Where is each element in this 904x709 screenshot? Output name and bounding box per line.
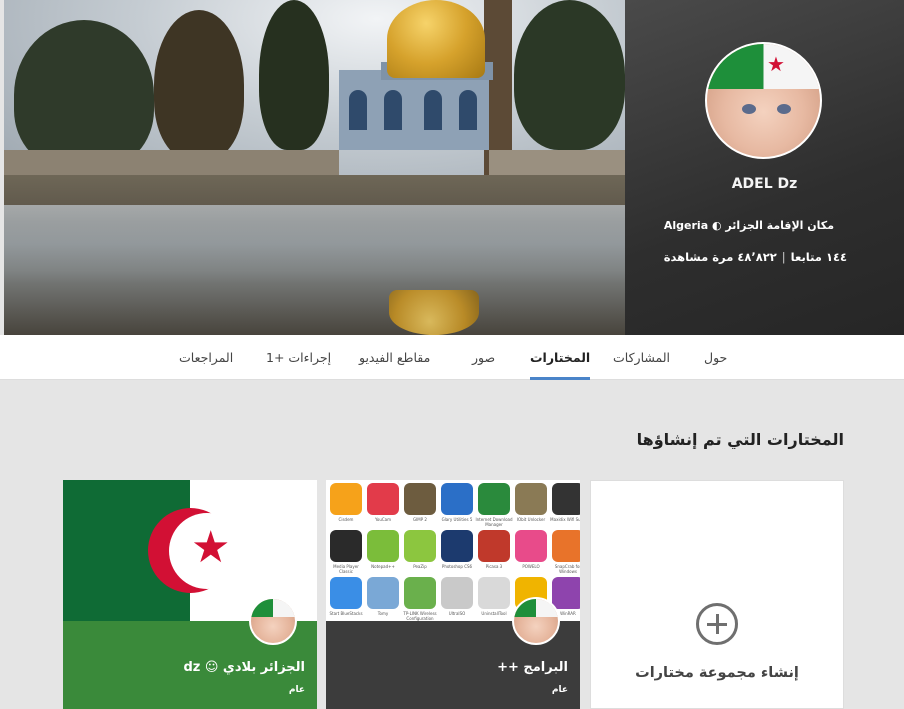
cover-tree xyxy=(14,20,154,170)
app-label: UninstallTool xyxy=(481,611,507,616)
app-label: Notepad++ xyxy=(371,564,395,569)
app-label: SnapCrab for Windows xyxy=(554,564,580,574)
cover-photo xyxy=(4,0,625,335)
app-tile: Cisdem xyxy=(326,483,366,522)
stats-separator: | xyxy=(781,250,786,264)
golden-dome xyxy=(387,0,485,78)
app-icon xyxy=(552,530,580,562)
app-tile: Media Player Classic xyxy=(326,530,366,574)
profile-stats: ١٤٤ متابعا | ٤٨٬٨٢٢ مرة مشاهدة xyxy=(664,250,847,264)
section-title: المختارات التي تم إنشاؤها xyxy=(636,430,844,449)
app-icon xyxy=(404,530,436,562)
app-label: Photoshop CS6 xyxy=(441,564,473,569)
card-owner-avatar xyxy=(512,597,560,645)
collection-card-apps[interactable]: Cisdem YouCam GIMP 2 Glary Utilities 5 Inter… xyxy=(326,480,580,709)
tab-collections[interactable]: المختارات xyxy=(530,335,591,380)
app-icon xyxy=(367,577,399,609)
card-visibility: عام xyxy=(551,685,568,695)
dome-reflection xyxy=(389,290,479,335)
followers-count[interactable]: ١٤٤ متابعا xyxy=(791,250,847,264)
profile-name[interactable]: ADEL Dz xyxy=(625,176,904,192)
app-label: Maxidix Wifi Suite xyxy=(550,517,580,522)
card-title[interactable]: الجزائر بلادي ☺ dz xyxy=(183,660,305,675)
app-icon xyxy=(330,577,362,609)
tab-posts[interactable]: المشاركات xyxy=(613,335,670,380)
app-tile: Glary Utilities 5 xyxy=(437,483,477,522)
app-label: Media Player Classic xyxy=(333,564,359,574)
views-count: ٤٨٬٨٢٢ مرة مشاهدة xyxy=(663,250,777,264)
app-icon xyxy=(330,483,362,515)
app-icon xyxy=(478,483,510,515)
app-label: PeaZip xyxy=(413,564,427,569)
collection-card-algeria[interactable]: ★ الجزائر بلادي ☺ dz عام xyxy=(63,480,317,709)
app-tile: PeaZip xyxy=(400,530,440,569)
location-icon: ◐ xyxy=(711,219,722,232)
app-icon xyxy=(441,530,473,562)
app-icon xyxy=(552,483,580,515)
profile-avatar[interactable]: ★ xyxy=(705,42,822,159)
app-icon xyxy=(478,577,510,609)
residence-line: مكان الإقامة الجزائر ◐ Algeria xyxy=(664,219,834,232)
app-tile: POWELO xyxy=(511,530,551,569)
app-label: Cisdem xyxy=(338,517,354,522)
app-icon xyxy=(441,483,473,515)
cover-tree xyxy=(154,10,244,160)
tab-photos[interactable]: صور xyxy=(472,335,495,380)
tab-videos[interactable]: مقاطع الفيديو xyxy=(359,335,430,380)
app-icon xyxy=(367,483,399,515)
app-icon xyxy=(367,530,399,562)
profile-tabs: حول المشاركات المختارات صور مقاطع الفيدي… xyxy=(0,335,904,380)
app-label: POWELO xyxy=(522,564,540,569)
app-tile: Picasa 3 xyxy=(474,530,514,569)
cover-reflection xyxy=(4,205,625,335)
residence-country: Algeria xyxy=(663,219,709,232)
app-label: Picasa 3 xyxy=(485,564,503,569)
app-label: Start BlueStacks xyxy=(329,611,363,616)
tab-plus-ones[interactable]: إجراءات +1 xyxy=(266,335,331,380)
app-tile: SnapCrab for Windows xyxy=(548,530,580,574)
flag-star-icon: ★ xyxy=(191,522,231,573)
residence-label: مكان الإقامة الجزائر xyxy=(725,219,834,232)
app-tile: IObit Unlocker xyxy=(511,483,551,522)
app-label: GIMP 2 xyxy=(413,517,427,522)
cover-tree xyxy=(514,0,625,150)
app-icon xyxy=(404,483,436,515)
app-tile: Notepad++ xyxy=(363,530,403,569)
tab-about[interactable]: حول xyxy=(704,335,727,380)
create-collection-label[interactable]: إنشاء مجموعة مختارات xyxy=(591,665,843,681)
card-title[interactable]: البرامج ++ xyxy=(497,660,568,675)
create-collection-card[interactable]: إنشاء مجموعة مختارات xyxy=(590,480,844,709)
app-tile: TP-LINK Wireless Configuration Utility xyxy=(400,577,440,626)
app-label: Glary Utilities 5 xyxy=(441,517,473,522)
card-owner-avatar xyxy=(249,597,297,645)
app-tile: UltraISO xyxy=(437,577,477,616)
app-tile: UninstallTool xyxy=(474,577,514,616)
app-label: Internet Download Manager xyxy=(475,517,513,527)
tab-reviews[interactable]: المراجعات xyxy=(179,335,233,380)
app-icon xyxy=(330,530,362,562)
app-icon xyxy=(478,530,510,562)
app-tile: Maxidix Wifi Suite xyxy=(548,483,580,522)
app-label: Tomy xyxy=(377,611,389,616)
app-icon xyxy=(515,530,547,562)
app-tile: Start BlueStacks xyxy=(326,577,366,616)
app-tile: YouCam xyxy=(363,483,403,522)
app-tile: GIMP 2 xyxy=(400,483,440,522)
app-icon xyxy=(515,483,547,515)
app-label: IObit Unlocker xyxy=(516,517,546,522)
cover-tree xyxy=(259,0,329,150)
app-tile: Tomy xyxy=(363,577,403,616)
app-tile: Internet Download Manager xyxy=(474,483,514,527)
plus-icon[interactable] xyxy=(696,603,738,645)
app-icon xyxy=(404,577,436,609)
app-label: UltraISO xyxy=(448,611,466,616)
app-label: YouCam xyxy=(374,517,392,522)
card-visibility: عام xyxy=(288,685,305,695)
mosque-building xyxy=(339,70,489,150)
profile-panel: ★ ADEL Dz مكان الإقامة الجزائر ◐ Algeria… xyxy=(625,0,904,335)
app-icon xyxy=(441,577,473,609)
app-tile: Photoshop CS6 xyxy=(437,530,477,569)
